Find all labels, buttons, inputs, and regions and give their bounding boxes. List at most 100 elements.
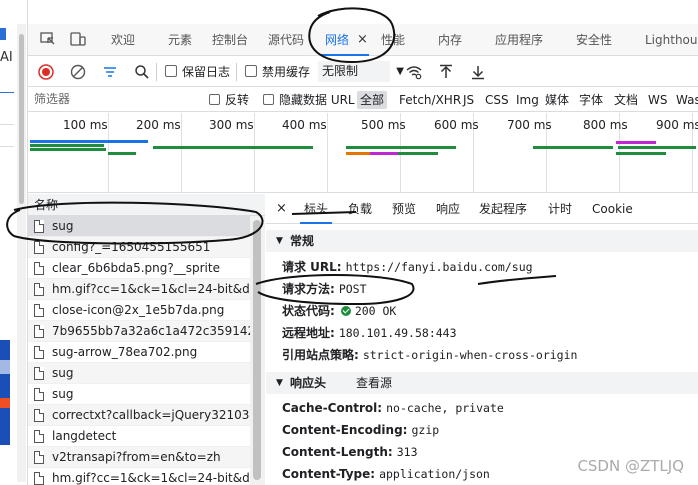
- request-row[interactable]: sug-arrow_78ea702.png: [28, 342, 250, 363]
- view-source-link[interactable]: 查看源: [356, 372, 392, 394]
- page-divider: [0, 146, 14, 147]
- disable-cache-label[interactable]: 禁用缓存: [262, 57, 310, 87]
- invert-label[interactable]: 反转: [225, 91, 249, 109]
- tab-sources[interactable]: 源代码: [268, 24, 304, 56]
- response-headers-section-header[interactable]: ▼ 响应头 查看源: [266, 372, 698, 394]
- tab-network[interactable]: 网络: [320, 24, 370, 56]
- request-name: hm.gif?cc=1&ck=1&cl=24-bit&ds=1: [52, 471, 250, 485]
- request-rows: sug config?_=1650455155651 clear_6b6bda5.p…: [28, 216, 250, 485]
- filter-icon[interactable]: [102, 64, 118, 80]
- request-row[interactable]: correctxt?callback=jQuery321034551: [28, 405, 250, 426]
- filter-type-img[interactable]: Img: [516, 91, 539, 109]
- header-value: 313: [396, 445, 418, 459]
- timeline-request-bar: [616, 141, 656, 144]
- timeline-request-bar: [346, 146, 456, 149]
- disable-cache-checkbox[interactable]: [245, 65, 257, 77]
- request-row[interactable]: close-icon@2x_1e5b7da.png: [28, 300, 250, 321]
- throttling-select[interactable]: 无限制 ▼: [318, 61, 404, 82]
- filter-type-css[interactable]: CSS: [485, 91, 509, 109]
- record-icon[interactable]: [38, 64, 54, 80]
- screenshot-root: AI 欢迎 元素 控制台 源代码 网络 × 性能 内存 应用程序 安全性 Lig…: [0, 0, 698, 485]
- import-har-icon[interactable]: [438, 64, 454, 80]
- filter-input[interactable]: 筛选器: [34, 90, 204, 109]
- filter-type-fetch-xhr[interactable]: Fetch/XHR: [399, 91, 461, 109]
- tab-lighthouse[interactable]: Lighthouse: [645, 24, 698, 56]
- filter-type-ws[interactable]: WS: [648, 91, 667, 109]
- general-section-header[interactable]: ▼ 常规: [266, 230, 698, 252]
- tab-performance[interactable]: 性能: [381, 24, 405, 56]
- request-row[interactable]: clear_6b6bda5.png?__sprite: [28, 258, 250, 279]
- request-name: clear_6b6bda5.png?__sprite: [52, 261, 220, 275]
- filter-type-media[interactable]: 媒体: [545, 91, 569, 109]
- request-row[interactable]: config?_=1650455155651: [28, 237, 250, 258]
- hide-data-urls-label[interactable]: 隐藏数据 URL: [279, 91, 355, 109]
- tab-security[interactable]: 安全性: [576, 24, 612, 56]
- request-list-scrollbar[interactable]: [250, 216, 265, 485]
- triangle-down-icon: ▼: [276, 236, 283, 246]
- header-value: strict-origin-when-cross-origin: [362, 348, 578, 362]
- header-key: 请求 URL:: [282, 260, 342, 274]
- tab-application[interactable]: 应用程序: [495, 24, 543, 56]
- filter-type-all[interactable]: 全部: [357, 91, 388, 109]
- device-toolbar-icon[interactable]: [70, 32, 86, 46]
- tab-payload[interactable]: 负载: [348, 194, 372, 224]
- request-row[interactable]: hm.gif?cc=1&ck=1&cl=24-bit&ds=1: [28, 468, 250, 485]
- close-network-tab-icon[interactable]: ×: [357, 24, 368, 56]
- request-row[interactable]: v2transapi?from=en&to=zh: [28, 447, 250, 468]
- hide-data-urls-checkbox[interactable]: [263, 94, 274, 105]
- search-icon[interactable]: [134, 64, 150, 80]
- timeline-request-bar: [346, 152, 370, 155]
- file-icon: [34, 409, 44, 422]
- filter-type-doc[interactable]: 文档: [614, 91, 638, 109]
- preserve-log-checkbox[interactable]: [165, 65, 177, 77]
- file-icon: [34, 346, 44, 359]
- tab-headers[interactable]: 标头: [299, 194, 333, 224]
- tab-preview[interactable]: 预览: [392, 194, 416, 224]
- request-name: correctxt?callback=jQuery321034551: [52, 408, 250, 422]
- page-scrollbar[interactable]: [17, 24, 26, 482]
- request-row[interactable]: sug: [28, 363, 250, 384]
- clear-icon[interactable]: [70, 64, 86, 80]
- request-row[interactable]: sug: [28, 384, 250, 405]
- column-header-name[interactable]: 名称: [28, 194, 265, 216]
- filter-type-js[interactable]: JS: [463, 91, 474, 109]
- page-scrollbar-thumb[interactable]: [19, 34, 24, 204]
- timeline-request-bar: [153, 146, 313, 149]
- detail-tabs: × 标头 负载 预览 响应 发起程序 计时 Cookie: [266, 194, 698, 224]
- request-detail-pane: × 标头 负载 预览 响应 发起程序 计时 Cookie ▼ 常规 请求 URL…: [266, 194, 698, 485]
- filter-type-wasm[interactable]: Wasm: [676, 91, 698, 109]
- header-key: 远程地址:: [282, 326, 335, 340]
- page-divider: [0, 124, 14, 125]
- request-name: config?_=1650455155651: [52, 240, 211, 254]
- request-row[interactable]: hm.gif?cc=1&ck=1&cl=24-bit&ds=1: [28, 279, 250, 300]
- export-har-icon[interactable]: [470, 64, 486, 80]
- tab-welcome[interactable]: 欢迎: [111, 24, 135, 56]
- timeline-tick-label: 300 ms: [209, 118, 254, 132]
- request-row[interactable]: langdetect: [28, 426, 250, 447]
- filter-type-font[interactable]: 字体: [579, 91, 603, 109]
- request-row[interactable]: 7b9655bb7a32a6c1a472c359142885: [28, 321, 250, 342]
- header-value: POST: [338, 282, 367, 296]
- tab-timing[interactable]: 计时: [548, 194, 572, 224]
- inspect-element-icon[interactable]: [40, 32, 56, 46]
- tab-console[interactable]: 控制台: [212, 24, 248, 56]
- page-link-mark: [0, 28, 6, 40]
- tab-response[interactable]: 响应: [436, 194, 460, 224]
- timeline-tick-label: 400 ms: [282, 118, 327, 132]
- tab-cookies[interactable]: Cookie: [592, 194, 633, 224]
- invert-checkbox[interactable]: [209, 94, 220, 105]
- request-name: 7b9655bb7a32a6c1a472c359142885: [52, 324, 250, 338]
- file-icon: [34, 304, 44, 317]
- request-list-scrollbar-thumb[interactable]: [253, 220, 261, 480]
- timeline-overview[interactable]: 100 ms 200 ms 300 ms 400 ms 500 ms 600 m…: [28, 113, 698, 193]
- request-row[interactable]: sug: [28, 216, 250, 237]
- timeline-request-bar: [30, 148, 106, 151]
- preserve-log-label[interactable]: 保留日志: [182, 57, 230, 87]
- tab-memory[interactable]: 内存: [438, 24, 462, 56]
- close-icon[interactable]: ×: [276, 194, 287, 224]
- timeline-tick-label: 500 ms: [361, 118, 406, 132]
- tab-elements[interactable]: 元素: [168, 24, 192, 56]
- network-conditions-icon[interactable]: [406, 64, 422, 80]
- tab-initiator[interactable]: 发起程序: [479, 194, 527, 224]
- header-row: Content-Type: application/json: [282, 467, 490, 481]
